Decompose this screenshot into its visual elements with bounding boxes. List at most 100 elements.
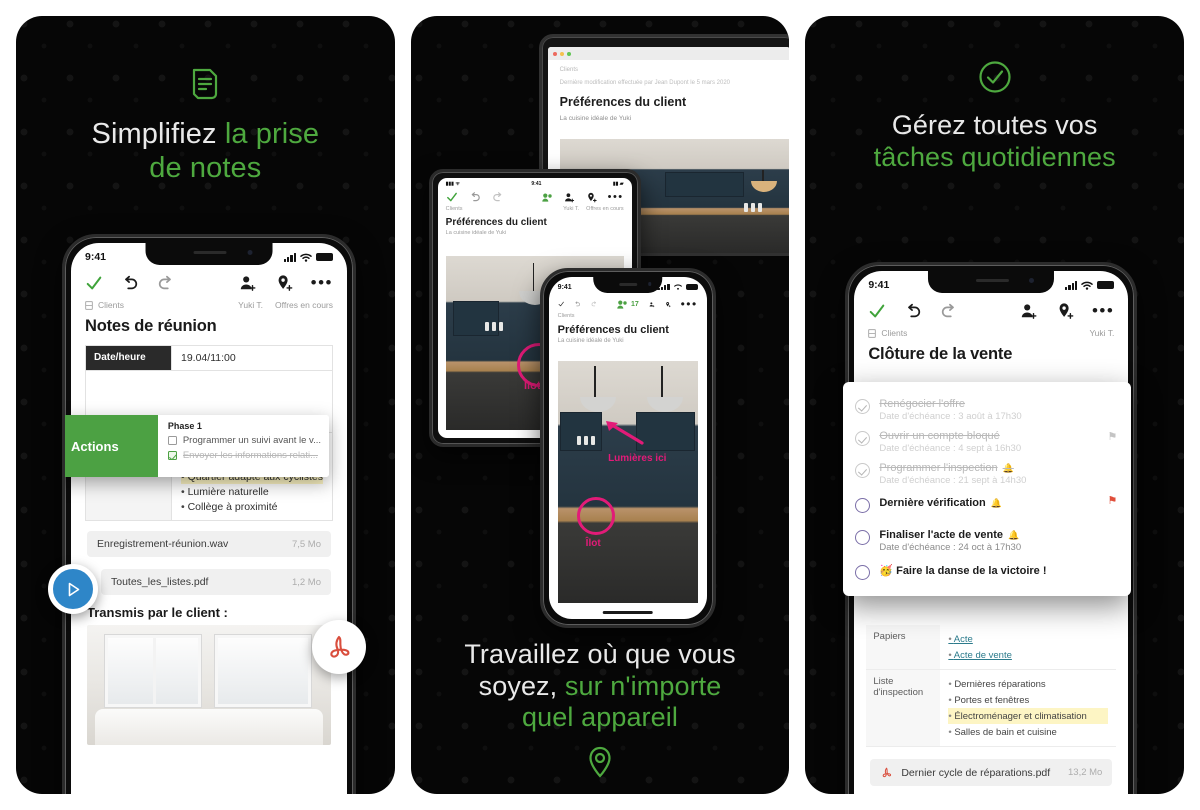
collaborators-badge[interactable]: 17 xyxy=(617,300,639,309)
add-person-icon[interactable] xyxy=(649,299,655,310)
breadcrumb-label[interactable]: Clients xyxy=(558,313,575,319)
breadcrumb-label[interactable]: Clients xyxy=(98,300,124,310)
task-item[interactable]: 🥳 Faire la danse de la victoire ! xyxy=(855,557,1117,584)
signal-icon xyxy=(283,252,296,262)
checkbox-unchecked-icon[interactable] xyxy=(167,436,177,445)
breadcrumb-label[interactable]: Clients xyxy=(446,206,463,212)
flag-icon-grey[interactable]: ⚑ xyxy=(1107,430,1117,443)
attachment-size: 1,2 Mo xyxy=(291,576,321,588)
undo-icon[interactable] xyxy=(574,298,580,310)
checkbox-checked-icon[interactable] xyxy=(855,431,871,446)
undo-icon[interactable] xyxy=(121,274,139,292)
panel-notes-header: Simplifiez la prise de notes xyxy=(16,16,395,186)
background-table: Papiers Acte Acte de vente Liste d'inspe… xyxy=(866,625,1117,747)
window-maximize-icon[interactable] xyxy=(566,51,571,56)
list-item: Portes et fenêtres xyxy=(948,692,1108,708)
attachment-pdf[interactable]: Toutes_les_listes.pdf 1,2 Mo xyxy=(101,569,331,595)
more-icon[interactable]: ••• xyxy=(681,298,698,310)
laptop-breadcrumb[interactable]: Clients xyxy=(560,67,778,73)
attachment-audio[interactable]: Enregistrement-réunion.wav 7,5 Mo xyxy=(87,531,331,557)
breadcrumb: Clients Yuki T. Offres en cours xyxy=(71,298,347,310)
headline-part-green: la prise xyxy=(224,118,320,150)
undo-icon[interactable] xyxy=(469,191,481,203)
signal-icon xyxy=(1065,280,1078,290)
phone-mockup-preferences: 9:41 17 ••• Clients Préférences du clien… xyxy=(539,268,716,628)
location-pin-icon xyxy=(589,746,611,778)
stage-label: Offres en cours xyxy=(586,206,624,212)
more-icon[interactable]: ••• xyxy=(1092,302,1114,319)
task-item[interactable]: Ouvrir un compte bloqué Date d'échéance … xyxy=(855,426,1117,458)
checkbox-checked-icon[interactable] xyxy=(855,463,871,478)
task-title-text: Finaliser l'acte de vente xyxy=(879,529,1004,541)
window-minimize-icon[interactable] xyxy=(559,51,564,56)
undo-icon[interactable] xyxy=(904,302,922,320)
breadcrumb: Clients Yuki T. xyxy=(854,326,1128,338)
more-icon[interactable]: ••• xyxy=(608,192,624,203)
add-tag-icon[interactable] xyxy=(275,274,293,292)
redo-icon[interactable] xyxy=(591,298,597,310)
task-item[interactable]: Renégocier l'offre Date d'échéance : 3 a… xyxy=(855,394,1117,426)
laptop-doc-title: Préférences du client xyxy=(559,95,687,109)
task-body: Renégocier l'offre Date d'échéance : 3 a… xyxy=(879,398,1117,422)
task-item[interactable]: Dernière vérification 🔔 ⚑ xyxy=(855,490,1117,523)
checkbox-unchecked-icon[interactable] xyxy=(855,498,871,513)
note-toolbar: ••• xyxy=(71,267,347,298)
breadcrumb-right: Yuki T. Offres en cours xyxy=(563,206,624,212)
checkbox-checked-icon[interactable] xyxy=(855,399,871,414)
tasks-floating-card[interactable]: Renégocier l'offre Date d'échéance : 3 a… xyxy=(843,382,1132,596)
action-task-done[interactable]: Envoyer les informations relati... xyxy=(167,450,321,461)
status-indicators xyxy=(657,284,698,290)
action-task[interactable]: Programmer un suivi avant le v... xyxy=(167,435,321,446)
list-item-link[interactable]: Acte de vente xyxy=(948,647,1108,663)
breadcrumb-right: Yuki T. Offres en cours xyxy=(238,300,333,310)
actions-phase-label: Phase 1 xyxy=(167,421,202,431)
check-icon[interactable] xyxy=(558,298,564,310)
tablet-doc-subtitle: La cuisine idéale de Yuki xyxy=(445,230,507,236)
actions-overlay-card[interactable]: Actions Phase 1 Programmer un suivi avan… xyxy=(65,415,329,477)
status-time: 9:41 xyxy=(85,251,107,263)
attachment-pdf[interactable]: Dernier cycle de réparations.pdf 13,2 Mo xyxy=(870,759,1113,786)
redo-icon[interactable] xyxy=(940,302,958,320)
add-person-icon[interactable] xyxy=(1020,302,1038,320)
task-body: Ouvrir un compte bloqué Date d'échéance … xyxy=(879,430,1117,454)
table-row: Date/heure 19.04/11:00 xyxy=(86,346,332,371)
tablet-status-time: 9:41 xyxy=(531,181,542,187)
check-icon[interactable] xyxy=(868,302,886,320)
checkbox-checked-icon[interactable] xyxy=(167,451,177,460)
add-tag-icon[interactable] xyxy=(586,192,597,203)
add-person-icon[interactable] xyxy=(239,274,257,292)
notch-speaker xyxy=(619,283,638,286)
add-tag-icon[interactable] xyxy=(665,299,671,310)
task-title-text: Programmer l'inspection xyxy=(879,462,998,474)
panel-tasks: Gérez toutes vos tâches quotidiennes 9:4… xyxy=(805,16,1185,794)
task-item[interactable]: Programmer l'inspection 🔔 Date d'échéanc… xyxy=(855,458,1117,490)
flag-icon-red[interactable]: ⚑ xyxy=(1107,494,1117,507)
more-icon[interactable]: ••• xyxy=(311,274,333,291)
pdf-icon[interactable] xyxy=(312,620,366,674)
clients-book-icon xyxy=(868,328,877,338)
notch-camera xyxy=(647,282,652,286)
add-tag-icon[interactable] xyxy=(1056,302,1074,320)
check-icon[interactable] xyxy=(446,191,458,203)
note-toolbar: ••• xyxy=(854,295,1128,326)
tablet-toolbar: ••• xyxy=(438,187,632,206)
checkbox-unchecked-icon[interactable] xyxy=(855,565,871,580)
task-title: Finaliser l'acte de vente 🔔 xyxy=(879,529,1117,541)
task-item[interactable]: Finaliser l'acte de vente 🔔 Date d'échéa… xyxy=(855,523,1117,557)
panel-tasks-header: Gérez toutes vos tâches quotidiennes xyxy=(805,16,1184,173)
list-item-link[interactable]: Acte xyxy=(948,631,1108,647)
redo-icon[interactable] xyxy=(157,274,175,292)
window-close-icon[interactable] xyxy=(552,51,557,56)
breadcrumb-label[interactable]: Clients xyxy=(881,328,907,338)
collaborators-badge[interactable] xyxy=(541,193,553,202)
add-person-icon[interactable] xyxy=(564,192,575,203)
task-body: Dernière vérification 🔔 xyxy=(879,497,1117,509)
checkbox-unchecked-icon[interactable] xyxy=(855,530,871,545)
check-icon[interactable] xyxy=(85,274,103,292)
reminder-bell-icon: 🔔 xyxy=(1002,462,1014,473)
play-button[interactable] xyxy=(48,564,98,614)
redo-icon[interactable] xyxy=(492,191,504,203)
photo-window-left xyxy=(105,635,201,707)
reminder-bell-icon: 🔔 xyxy=(1008,529,1020,540)
task-body: Finaliser l'acte de vente 🔔 Date d'échéa… xyxy=(879,529,1117,553)
